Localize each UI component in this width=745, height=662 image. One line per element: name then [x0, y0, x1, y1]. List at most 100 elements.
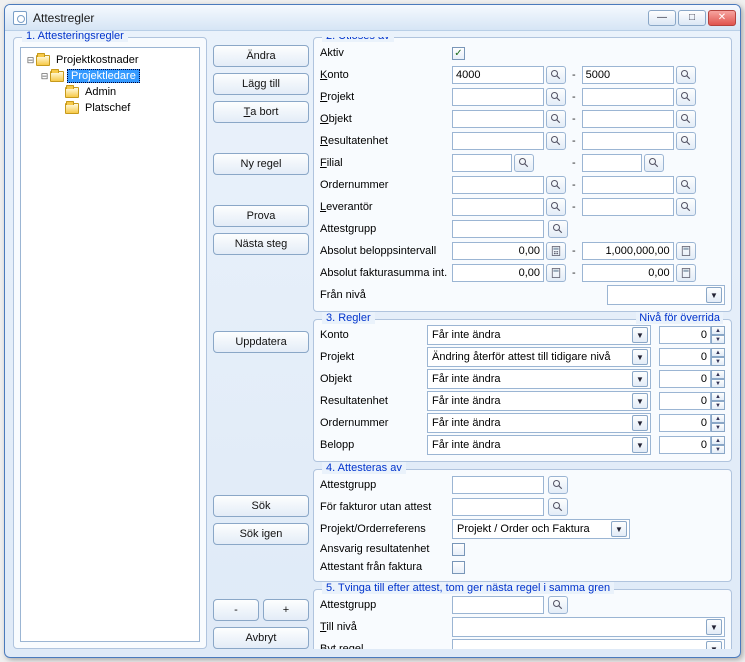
- leverantor-from-input[interactable]: [452, 198, 544, 216]
- attestgrupp-input[interactable]: [452, 476, 544, 494]
- andra-button[interactable]: Ändra: [213, 45, 309, 67]
- rule-ordernr-dropdown[interactable]: Får inte ändra▼: [427, 413, 651, 433]
- spin-up-icon[interactable]: ▲: [711, 348, 725, 357]
- ordernr-to-input[interactable]: [582, 176, 674, 194]
- tree-node-child[interactable]: Admin: [25, 84, 195, 100]
- ordernr-from-input[interactable]: [452, 176, 544, 194]
- lookup-icon[interactable]: [548, 220, 568, 238]
- nyregel-button[interactable]: Ny regel: [213, 153, 309, 175]
- calculator-icon[interactable]: [676, 242, 696, 260]
- force-attestgrupp-input[interactable]: [452, 596, 544, 614]
- lookup-icon[interactable]: [546, 198, 566, 216]
- lookup-icon[interactable]: [676, 198, 696, 216]
- lookup-icon[interactable]: [548, 498, 568, 516]
- prova-button[interactable]: Prova: [213, 205, 309, 227]
- plus-button[interactable]: +: [263, 599, 309, 621]
- lookup-icon[interactable]: [676, 110, 696, 128]
- tree-collapse-icon[interactable]: ⊟: [39, 71, 50, 82]
- rule-objekt-label: Objekt: [320, 373, 423, 385]
- leverantor-to-input[interactable]: [582, 198, 674, 216]
- franniva-dropdown[interactable]: ▼: [607, 285, 725, 305]
- lookup-icon[interactable]: [546, 132, 566, 150]
- tillniva-label: Till nivå: [320, 621, 448, 633]
- close-button[interactable]: ✕: [708, 10, 736, 26]
- minus-button[interactable]: -: [213, 599, 259, 621]
- chevron-down-icon: ▼: [632, 327, 648, 343]
- tree-node-selected[interactable]: ⊟ Projektledare: [25, 68, 195, 84]
- lookup-icon[interactable]: [644, 154, 664, 172]
- minimize-button[interactable]: —: [648, 10, 676, 26]
- rule-ordernr-level[interactable]: ▲▼: [659, 414, 725, 432]
- filial-to-input[interactable]: [582, 154, 642, 172]
- objekt-from-input[interactable]: [452, 110, 544, 128]
- attestant-checkbox[interactable]: [452, 561, 465, 574]
- resultatenhet-to-input[interactable]: [582, 132, 674, 150]
- calculator-icon[interactable]: [676, 264, 696, 282]
- rule-objekt-dropdown[interactable]: Får inte ändra▼: [427, 369, 651, 389]
- lookup-icon[interactable]: [546, 110, 566, 128]
- rule-objekt-level[interactable]: ▲▼: [659, 370, 725, 388]
- filial-from-input[interactable]: [452, 154, 512, 172]
- rule-resultatenhet-level[interactable]: ▲▼: [659, 392, 725, 410]
- rule-projekt-level[interactable]: ▲▼: [659, 348, 725, 366]
- lookup-icon[interactable]: [546, 88, 566, 106]
- utan-attest-input[interactable]: [452, 498, 544, 516]
- lookup-icon[interactable]: [676, 88, 696, 106]
- rule-belopp-level[interactable]: ▲▼: [659, 436, 725, 454]
- resultatenhet-from-input[interactable]: [452, 132, 544, 150]
- rule-projekt-dropdown[interactable]: Ändring återför attest till tidigare niv…: [427, 347, 651, 367]
- rule-belopp-dropdown[interactable]: Får inte ändra▼: [427, 435, 651, 455]
- lookup-icon[interactable]: [548, 596, 568, 614]
- absbelopp-to-input[interactable]: [582, 242, 674, 260]
- lookup-icon[interactable]: [546, 66, 566, 84]
- ansvarig-checkbox[interactable]: [452, 543, 465, 556]
- rules-tree[interactable]: ⊟ Projektkostnader ⊟ Projektledare Admin: [20, 47, 200, 642]
- spin-down-icon[interactable]: ▼: [711, 379, 725, 388]
- spin-down-icon[interactable]: ▼: [711, 401, 725, 410]
- lookup-icon[interactable]: [676, 132, 696, 150]
- absfakt-from-input[interactable]: [452, 264, 544, 282]
- rule-konto-level[interactable]: ▲▼: [659, 326, 725, 344]
- tree-node-child[interactable]: Platschef: [25, 100, 195, 116]
- absfakt-to-input[interactable]: [582, 264, 674, 282]
- avbryt-button[interactable]: Avbryt: [213, 627, 309, 649]
- projekt-from-input[interactable]: [452, 88, 544, 106]
- tabort-button[interactable]: Ta bort: [213, 101, 309, 123]
- maximize-button[interactable]: □: [678, 10, 706, 26]
- uppdatera-button[interactable]: Uppdatera: [213, 331, 309, 353]
- lookup-icon[interactable]: [676, 176, 696, 194]
- projekt-to-input[interactable]: [582, 88, 674, 106]
- spin-down-icon[interactable]: ▼: [711, 445, 725, 454]
- tree-node-root[interactable]: ⊟ Projektkostnader: [25, 52, 195, 68]
- projorder-dropdown[interactable]: Projekt / Order och Faktura▼: [452, 519, 630, 539]
- tree-collapse-icon[interactable]: ⊟: [25, 55, 36, 66]
- spin-up-icon[interactable]: ▲: [711, 392, 725, 401]
- lookup-icon[interactable]: [676, 66, 696, 84]
- calculator-icon[interactable]: [546, 264, 566, 282]
- laggtill-button[interactable]: Lägg till: [213, 73, 309, 95]
- konto-from-input[interactable]: [452, 66, 544, 84]
- absbelopp-from-input[interactable]: [452, 242, 544, 260]
- tillniva-dropdown[interactable]: ▼: [452, 617, 725, 637]
- spin-up-icon[interactable]: ▲: [711, 414, 725, 423]
- lookup-icon[interactable]: [548, 476, 568, 494]
- spin-down-icon[interactable]: ▼: [711, 357, 725, 366]
- spin-up-icon[interactable]: ▲: [711, 326, 725, 335]
- spin-up-icon[interactable]: ▲: [711, 370, 725, 379]
- rule-konto-dropdown[interactable]: Får inte ändra▼: [427, 325, 651, 345]
- spin-down-icon[interactable]: ▼: [711, 335, 725, 344]
- sokigen-button[interactable]: Sök igen: [213, 523, 309, 545]
- objekt-to-input[interactable]: [582, 110, 674, 128]
- lookup-icon[interactable]: [514, 154, 534, 172]
- spin-up-icon[interactable]: ▲: [711, 436, 725, 445]
- calculator-icon[interactable]: [546, 242, 566, 260]
- nastasteg-button[interactable]: Nästa steg: [213, 233, 309, 255]
- sok-button[interactable]: Sök: [213, 495, 309, 517]
- aktiv-checkbox[interactable]: ✓: [452, 47, 465, 60]
- lookup-icon[interactable]: [546, 176, 566, 194]
- konto-to-input[interactable]: [582, 66, 674, 84]
- attestgrupp-input[interactable]: [452, 220, 544, 238]
- spin-down-icon[interactable]: ▼: [711, 423, 725, 432]
- bytregel-dropdown[interactable]: ▼: [452, 639, 725, 649]
- rule-resultatenhet-dropdown[interactable]: Får inte ändra▼: [427, 391, 651, 411]
